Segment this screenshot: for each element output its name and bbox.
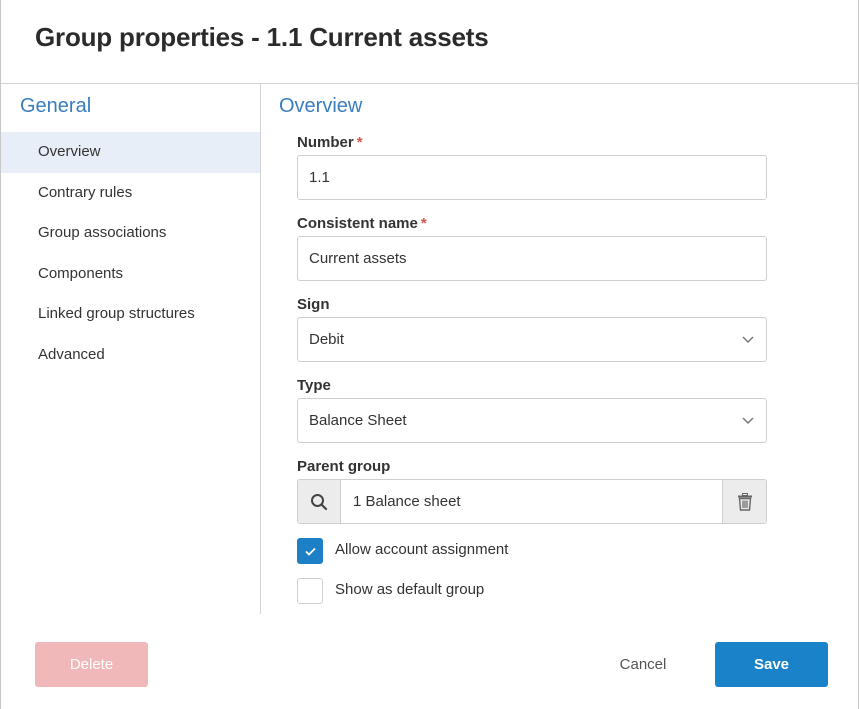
section-heading: Overview xyxy=(279,95,363,117)
parent-group-value[interactable]: 1 Balance sheet xyxy=(353,480,461,523)
number-label: Number * xyxy=(297,134,363,151)
number-field[interactable] xyxy=(297,155,767,200)
parent-group-lookup: 1 Balance sheet xyxy=(297,479,767,524)
type-select-value: Balance Sheet xyxy=(309,412,407,429)
sign-select[interactable]: Debit xyxy=(297,317,767,362)
checkmark-icon xyxy=(305,547,316,556)
show-as-default-group-label: Show as default group xyxy=(335,581,485,598)
sidebar-item-group-associations[interactable]: Group associations xyxy=(1,213,260,254)
show-as-default-group-checkbox[interactable] xyxy=(297,578,323,604)
sidebar-item-overview[interactable]: Overview xyxy=(1,132,260,173)
parent-group-clear-button[interactable] xyxy=(722,480,766,523)
chevron-down-icon xyxy=(742,417,754,425)
save-button[interactable]: Save xyxy=(715,642,828,687)
sidebar-heading: General xyxy=(20,95,92,117)
trash-icon xyxy=(737,492,752,511)
consistent-name-label: Consistent name * xyxy=(297,215,427,232)
allow-account-assignment-label: Allow account assignment xyxy=(335,541,509,558)
required-marker: * xyxy=(420,215,427,232)
sidebar-nav: Overview Contrary rules Group associatio… xyxy=(1,132,260,375)
sidebar-item-advanced[interactable]: Advanced xyxy=(1,335,260,376)
dialog-header: Group properties - 1.1 Current assets xyxy=(1,0,858,84)
parent-group-search-button[interactable] xyxy=(298,480,341,523)
consistent-name-field[interactable] xyxy=(297,236,767,281)
chevron-down-icon xyxy=(742,336,754,344)
type-label: Type xyxy=(297,377,331,394)
sidebar: General Overview Contrary rules Group as… xyxy=(1,84,261,614)
parent-group-label: Parent group xyxy=(297,458,391,475)
required-marker: * xyxy=(356,134,363,151)
overview-panel: Overview Number* Consistent name* Sign D… xyxy=(261,84,859,614)
search-icon xyxy=(311,493,328,510)
allow-account-assignment-checkbox[interactable] xyxy=(297,538,323,564)
sidebar-item-components[interactable]: Components xyxy=(1,254,260,295)
cancel-button[interactable]: Cancel xyxy=(599,642,687,687)
sign-label: Sign xyxy=(297,296,330,313)
sidebar-item-contrary-rules[interactable]: Contrary rules xyxy=(1,173,260,214)
group-properties-dialog: Group properties - 1.1 Current assets Ge… xyxy=(0,0,859,709)
dialog-title: Group properties - 1.1 Current assets xyxy=(35,22,489,52)
sidebar-item-linked-group-structures[interactable]: Linked group structures xyxy=(1,294,260,335)
sign-select-value: Debit xyxy=(309,331,345,348)
delete-button[interactable]: Delete xyxy=(35,642,148,687)
type-select[interactable]: Balance Sheet xyxy=(297,398,767,443)
